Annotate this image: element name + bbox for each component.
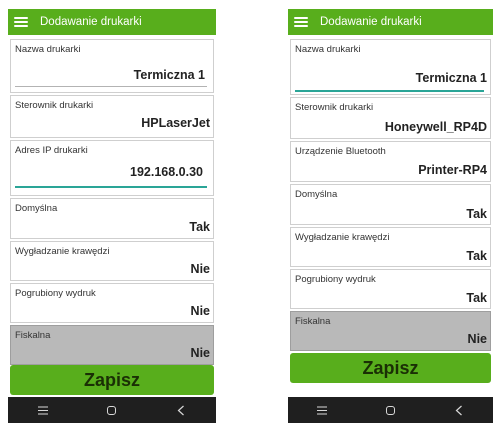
app-title: Dodawanie drukarki [40, 16, 142, 28]
field-label: Pogrubiony wydruk [15, 288, 96, 299]
back-icon[interactable] [171, 402, 191, 418]
field-value: Tak [189, 220, 210, 234]
fiscal-field: Fiskalna Nie [290, 311, 491, 351]
hamburger-menu-icon[interactable] [14, 17, 28, 27]
field-underline-active [295, 90, 484, 92]
field-label: Domyślna [15, 203, 58, 214]
field-value: 192.168.0.30 [130, 165, 203, 179]
bold-print-field[interactable]: Pogrubiony wydruk Nie [10, 283, 214, 323]
bluetooth-device-field[interactable]: Urządzenie Bluetooth Printer-RP4 [290, 141, 491, 182]
field-value: Nie [190, 304, 210, 318]
system-nav-bar [8, 397, 216, 423]
field-label: Fiskalna [295, 316, 331, 327]
edge-smoothing-field[interactable]: Wygładzanie krawędzi Nie [10, 241, 214, 281]
field-label: Wygładzanie krawędzi [15, 246, 110, 257]
app-bar: Dodawanie drukarki [288, 9, 493, 35]
field-label: Sterownik drukarki [15, 100, 94, 111]
save-button[interactable]: Zapisz [10, 365, 214, 395]
printer-driver-field[interactable]: Sterownik drukarki HPLaserJet [10, 95, 214, 138]
field-value: Nie [467, 332, 487, 346]
field-underline-active [15, 186, 207, 188]
app-bar: Dodawanie drukarki [8, 9, 216, 35]
field-underline [15, 86, 207, 87]
field-value: Printer-RP4 [418, 163, 487, 177]
hamburger-menu-icon[interactable] [294, 17, 308, 27]
field-value: Nie [190, 346, 210, 360]
field-label: Sterownik drukarki [295, 102, 374, 113]
field-label: Nazwa drukarki [295, 44, 361, 55]
field-label: Adres IP drukarki [15, 145, 88, 156]
app-title: Dodawanie drukarki [320, 16, 422, 28]
field-label: Wygładzanie krawędzi [295, 232, 390, 243]
recents-icon[interactable] [312, 402, 332, 418]
field-value: Honeywell_RP4D [384, 120, 487, 134]
field-value: Nie [190, 262, 210, 276]
left-phone-screen: Dodawanie drukarki Nazwa drukarki Termic… [8, 9, 216, 423]
field-label: Fiskalna [15, 330, 51, 341]
field-value: Tak [466, 207, 487, 221]
right-phone-screen: Dodawanie drukarki Nazwa drukarki Termic… [288, 9, 493, 423]
system-nav-bar [288, 397, 493, 423]
edge-smoothing-field[interactable]: Wygładzanie krawędzi Tak [290, 227, 491, 267]
default-field[interactable]: Domyślna Tak [290, 184, 491, 225]
home-icon[interactable] [380, 402, 400, 418]
bold-print-field[interactable]: Pogrubiony wydruk Tak [290, 269, 491, 309]
field-value: Tak [466, 291, 487, 305]
fiscal-field: Fiskalna Nie [10, 325, 214, 365]
printer-name-field[interactable]: Nazwa drukarki Termiczna 1 [290, 39, 491, 95]
field-label: Pogrubiony wydruk [295, 274, 376, 285]
back-icon[interactable] [449, 402, 469, 418]
field-label: Domyślna [295, 189, 338, 200]
home-icon[interactable] [102, 402, 122, 418]
default-field[interactable]: Domyślna Tak [10, 198, 214, 239]
field-value: Termiczna 1 [415, 71, 487, 85]
field-label: Nazwa drukarki [15, 44, 81, 55]
printer-name-field[interactable]: Nazwa drukarki Termiczna 1 [10, 39, 214, 93]
field-value: Termiczna 1 [133, 68, 205, 82]
field-value: HPLaserJet [141, 116, 210, 130]
field-label: Urządzenie Bluetooth [295, 146, 386, 157]
recents-icon[interactable] [33, 402, 53, 418]
printer-driver-field[interactable]: Sterownik drukarki Honeywell_RP4D [290, 97, 491, 139]
save-button[interactable]: Zapisz [290, 353, 491, 383]
ip-address-field[interactable]: Adres IP drukarki 192.168.0.30 [10, 140, 214, 196]
field-value: Tak [466, 249, 487, 263]
